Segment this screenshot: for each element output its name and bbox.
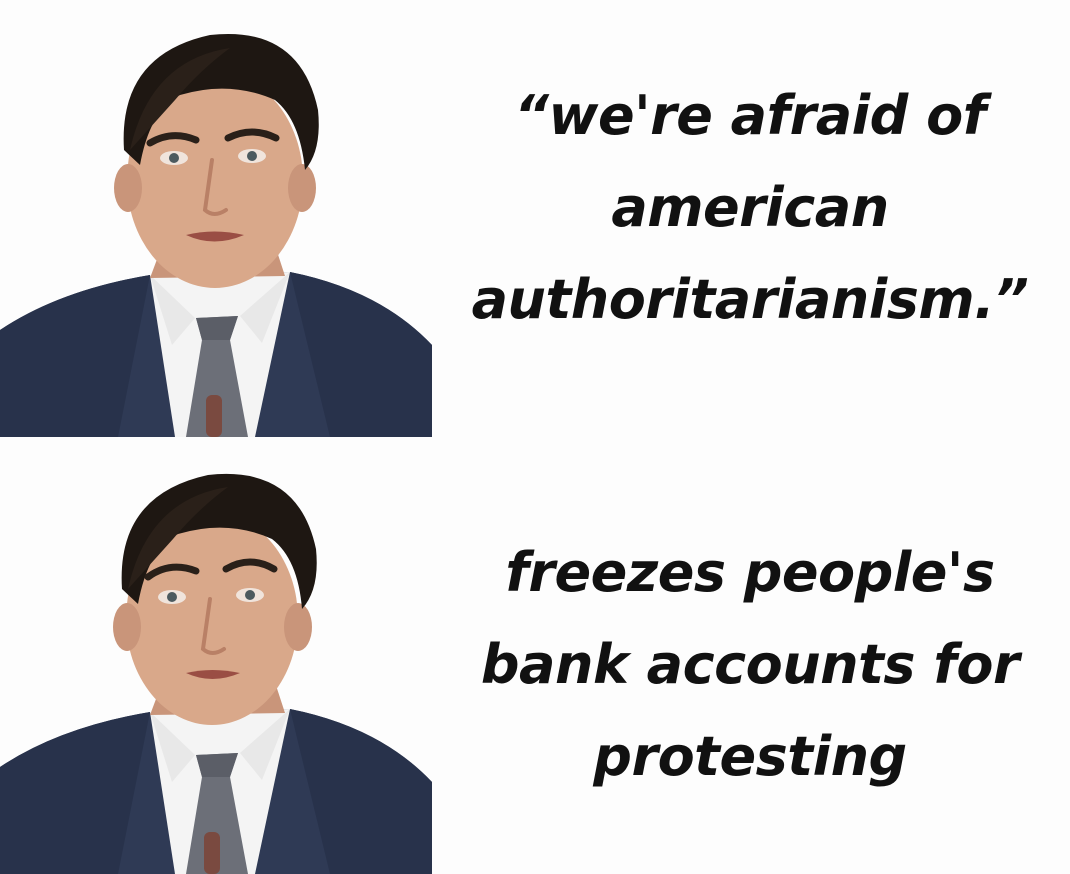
top-caption: “we're afraid of american authoritariani… xyxy=(440,70,1060,346)
meme-image: “we're afraid of american authoritariani… xyxy=(0,0,1070,874)
speaker-photo-top xyxy=(0,0,432,437)
top-panel: “we're afraid of american authoritariani… xyxy=(0,0,1070,437)
top-caption-line: authoritarianism.” xyxy=(471,268,1029,331)
speaker-illustration-top xyxy=(0,33,432,437)
top-caption-line: american xyxy=(611,176,889,239)
speaker-illustration-bottom xyxy=(0,473,432,874)
top-caption-line: “we're afraid of xyxy=(514,84,986,147)
speaker-photo-bottom xyxy=(0,437,432,874)
bottom-caption-line: bank accounts for xyxy=(480,633,1020,696)
bottom-caption-line: freezes people's xyxy=(505,541,995,604)
bottom-caption: freezes people's bank accounts for prote… xyxy=(440,527,1060,803)
bottom-panel: freezes people's bank accounts for prote… xyxy=(0,437,1070,874)
bottom-caption-line: protesting xyxy=(593,725,907,788)
